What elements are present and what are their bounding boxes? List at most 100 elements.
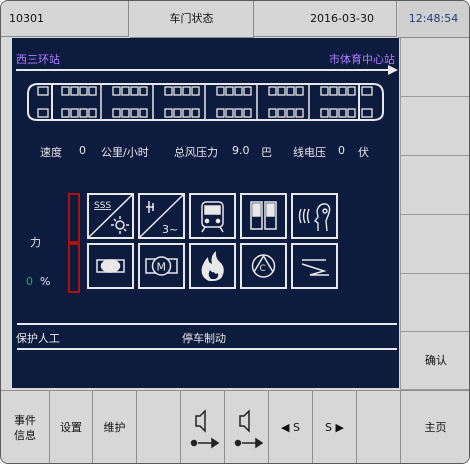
door-box xyxy=(70,86,79,96)
air-compressor-icon: C xyxy=(240,243,287,289)
brake-icon xyxy=(87,243,134,289)
door-box xyxy=(268,108,277,118)
door-box xyxy=(79,86,88,96)
voltage-label: 线电压 xyxy=(293,146,326,159)
pressure-value: 9.0 xyxy=(232,144,250,157)
door-box xyxy=(225,108,234,118)
door-box xyxy=(121,86,130,96)
force-unit: % xyxy=(40,275,51,288)
speed-unit: 公里/小时 xyxy=(101,146,149,159)
door-box xyxy=(234,86,243,96)
date-display: 2016-03-30 xyxy=(254,1,397,37)
speed-value: 0 xyxy=(79,144,86,157)
speed-label: 速度 xyxy=(40,146,62,159)
settings-button[interactable]: 设置 xyxy=(50,390,93,463)
status-parking-brake: 停车制动 xyxy=(182,332,226,345)
door-box xyxy=(182,108,191,118)
door-box xyxy=(277,108,286,118)
door-box xyxy=(234,108,243,118)
door-box xyxy=(338,108,347,118)
door-box xyxy=(277,86,286,96)
door-box xyxy=(329,108,338,118)
door-box xyxy=(268,86,277,96)
events-button[interactable]: 事件 信息 xyxy=(1,390,50,463)
status-protection-manual: 保护人工 xyxy=(16,332,60,345)
door-box xyxy=(61,86,70,96)
door-box xyxy=(139,108,148,118)
door-box xyxy=(286,86,295,96)
sss-text: SSS xyxy=(94,201,111,211)
door-box xyxy=(243,86,252,96)
sss-lighting-icon: SSS xyxy=(87,193,134,239)
volume-down-button[interactable] xyxy=(181,390,225,463)
auxiliary-converter-icon: 3~ xyxy=(138,193,185,239)
door-box xyxy=(243,108,252,118)
speaker-icon xyxy=(234,408,263,448)
force-value: 0 xyxy=(26,275,33,288)
door-box xyxy=(121,108,130,118)
station-prev-button[interactable]: ◀ S xyxy=(269,390,313,463)
door-box xyxy=(295,108,304,118)
voltage-unit: 伏 xyxy=(358,146,369,159)
door-box xyxy=(225,86,234,96)
force-gauge-upper xyxy=(68,193,80,243)
side-key-5[interactable] xyxy=(400,274,469,332)
side-key-1[interactable] xyxy=(400,38,469,97)
force-label: 力 xyxy=(30,236,41,249)
pressure-unit: 巴 xyxy=(261,146,272,159)
direction-arrow xyxy=(16,65,398,75)
confirm-button[interactable]: 确认 xyxy=(400,332,469,390)
door-box xyxy=(112,86,121,96)
home-button[interactable]: 主页 xyxy=(401,390,469,463)
door-status-icon xyxy=(240,193,287,239)
traction-motor-icon: M xyxy=(138,243,185,289)
speaker-icon xyxy=(190,408,219,448)
maintenance-button[interactable]: 维护 xyxy=(93,390,137,463)
door-box-end-right xyxy=(361,86,373,96)
status-separator-bottom xyxy=(17,348,397,350)
door-box xyxy=(182,86,191,96)
door-box xyxy=(88,86,97,96)
door-box xyxy=(320,86,329,96)
passenger-alarm-icon xyxy=(291,193,338,239)
status-separator-top xyxy=(17,323,397,325)
door-box xyxy=(191,86,200,96)
pressure-label: 总风压力 xyxy=(174,146,218,159)
svg-text:M: M xyxy=(157,261,167,274)
bottom-key-9[interactable] xyxy=(357,390,401,463)
door-box xyxy=(191,108,200,118)
pantograph-icon xyxy=(291,243,338,289)
side-key-2[interactable] xyxy=(400,97,469,156)
side-key-4[interactable] xyxy=(400,215,469,274)
door-box xyxy=(286,108,295,118)
door-box xyxy=(347,108,356,118)
door-box-end-right xyxy=(361,108,373,118)
door-box xyxy=(70,108,79,118)
main-display: 西三环站 市体育中心站 速度 0 公里/小时 总风压力 9.0 巴 线电压 0 … xyxy=(12,38,399,388)
side-key-3[interactable] xyxy=(400,156,469,215)
voltage-value: 0 xyxy=(338,144,345,157)
door-box xyxy=(130,86,139,96)
station-next-button[interactable]: S ▶ xyxy=(313,390,357,463)
clock-display: 12:48:54 xyxy=(398,1,469,38)
door-box xyxy=(173,86,182,96)
door-box xyxy=(164,108,173,118)
door-box xyxy=(130,108,139,118)
bottom-key-4[interactable] xyxy=(137,390,181,463)
door-box xyxy=(320,108,329,118)
svg-text:C: C xyxy=(260,264,266,274)
door-box xyxy=(139,86,148,96)
door-box xyxy=(164,86,173,96)
door-box-end-left xyxy=(37,86,49,96)
door-box xyxy=(79,108,88,118)
hmi-panel: 10301 车门状态 2016-03-30 12:48:54 西三环站 市体育中… xyxy=(0,0,470,464)
door-box-end-left xyxy=(37,108,49,118)
door-box xyxy=(173,108,182,118)
door-box xyxy=(338,86,347,96)
train-cab-icon xyxy=(189,193,236,239)
door-box xyxy=(216,108,225,118)
door-box xyxy=(347,86,356,96)
volume-up-button[interactable] xyxy=(225,390,269,463)
door-box xyxy=(216,86,225,96)
three-phase-text: 3~ xyxy=(162,223,178,236)
